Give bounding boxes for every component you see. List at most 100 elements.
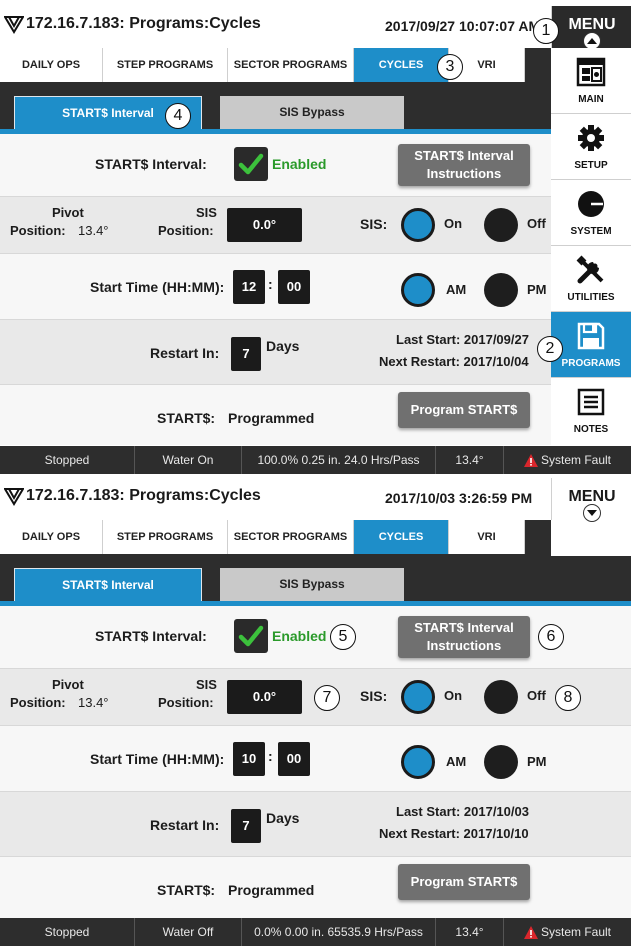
pm-radio[interactable] bbox=[484, 745, 518, 779]
sis-on-radio[interactable] bbox=[401, 680, 435, 714]
callout-2: 2 bbox=[537, 336, 563, 362]
time-colon: : bbox=[268, 748, 273, 764]
last-start: Last Start: 2017/09/27 bbox=[396, 332, 529, 347]
start-hour-input[interactable]: 12 bbox=[233, 270, 265, 304]
tab-daily-ops[interactable]: DAILY OPS bbox=[0, 48, 103, 82]
sis-off-radio[interactable] bbox=[484, 208, 518, 242]
checkmark-icon bbox=[238, 625, 264, 647]
sis-position-input[interactable]: 0.0° bbox=[227, 208, 302, 242]
callout-8: 8 bbox=[555, 685, 581, 711]
tab-sector-programs[interactable]: SECTOR PROGRAMS bbox=[228, 48, 354, 82]
menu-button[interactable]: MENU bbox=[551, 6, 631, 50]
menu-button[interactable]: MENU bbox=[551, 478, 631, 522]
start-interval-row: START$ Interval: Enabled START$ Interval… bbox=[0, 606, 631, 669]
position-row: Pivot Position: 13.4° SIS Position: 0.0°… bbox=[0, 197, 551, 254]
start-time-row: Start Time (HH:MM): 10 : 00 AM PM bbox=[0, 726, 631, 792]
callout-3: 3 bbox=[437, 54, 463, 80]
restart-days-input[interactable]: 7 bbox=[231, 337, 261, 371]
date-time: 2017/10/03 3:26:59 PM bbox=[385, 490, 533, 506]
status-fault[interactable]: System Fault bbox=[504, 918, 631, 946]
subtab-bar: START$ Interval SIS Bypass bbox=[0, 556, 631, 606]
am-radio[interactable] bbox=[401, 745, 435, 779]
start-hour-input[interactable]: 10 bbox=[233, 742, 265, 776]
instructions-button[interactable]: START$ Interval Instructions bbox=[398, 616, 530, 658]
sidebar-item-programs[interactable]: PROGRAMS bbox=[551, 312, 631, 378]
start-time-row: Start Time (HH:MM): 12 : 00 AM PM bbox=[0, 254, 551, 320]
status-run: Stopped bbox=[0, 918, 135, 946]
sidebar-item-utilities[interactable]: UTILITIES bbox=[551, 246, 631, 312]
starts-label: START$: bbox=[157, 410, 216, 426]
window-title: 172.16.7.183: Programs:Cycles bbox=[26, 487, 261, 504]
start-minute-input[interactable]: 00 bbox=[278, 742, 310, 776]
sidebar-item-setup[interactable]: SETUP bbox=[551, 114, 631, 180]
enabled-label: Enabled bbox=[272, 156, 327, 172]
starts-value: Programmed bbox=[228, 882, 315, 898]
date-time: 2017/09/27 10:07:07 AM bbox=[385, 18, 541, 34]
restart-label: Restart In: bbox=[150, 345, 220, 361]
start-interval-label: START$ Interval: bbox=[95, 156, 207, 172]
days-label: Days bbox=[266, 810, 300, 826]
tab-vri[interactable]: VRI bbox=[449, 520, 525, 554]
sidebar-item-notes[interactable]: NOTES bbox=[551, 378, 631, 446]
starts-value: Programmed bbox=[228, 410, 315, 426]
program-starts-button[interactable]: Program START$ bbox=[398, 392, 530, 428]
enabled-checkbox[interactable] bbox=[234, 147, 268, 181]
enabled-checkbox[interactable] bbox=[234, 619, 268, 653]
sis-radio-label: SIS: bbox=[360, 216, 388, 232]
tab-daily-ops[interactable]: DAILY OPS bbox=[0, 520, 103, 554]
restart-days-input[interactable]: 7 bbox=[231, 809, 261, 843]
pm-label: PM bbox=[527, 754, 547, 769]
subtab-sis-bypass[interactable]: SIS Bypass bbox=[220, 568, 404, 601]
pivot-position-label: Position: bbox=[10, 223, 66, 238]
status-fault-label: System Fault bbox=[540, 453, 612, 467]
sis-position-input[interactable]: 0.0° bbox=[227, 680, 302, 714]
start-minute-input[interactable]: 00 bbox=[278, 270, 310, 304]
sidebar: MAIN SETUP SYSTEM UTILITIES PROGRAMS NOT… bbox=[551, 48, 631, 446]
logo-icon bbox=[4, 16, 24, 34]
status-fault[interactable]: System Fault bbox=[504, 446, 631, 474]
instructions-button[interactable]: START$ Interval Instructions bbox=[398, 144, 530, 186]
tab-cycles[interactable]: CYCLES bbox=[354, 48, 449, 82]
start-interval-label: START$ Interval: bbox=[95, 628, 207, 644]
sidebar-label-utilities: UTILITIES bbox=[567, 292, 615, 303]
sis-off-radio[interactable] bbox=[484, 680, 518, 714]
sis-label: SIS bbox=[196, 205, 217, 220]
callout-4: 4 bbox=[165, 103, 191, 129]
status-fault-label: System Fault bbox=[540, 925, 612, 939]
logo-icon bbox=[4, 488, 24, 506]
instructions-label-2: Instructions bbox=[426, 638, 502, 653]
last-start: Last Start: 2017/10/03 bbox=[396, 804, 529, 819]
tab-step-programs[interactable]: STEP PROGRAMS bbox=[103, 520, 228, 554]
instructions-label-2: Instructions bbox=[426, 166, 502, 181]
sis-off-label: Off bbox=[527, 688, 546, 703]
program-starts-button[interactable]: Program START$ bbox=[398, 864, 530, 900]
status-application: 100.0% 0.25 in. 24.0 Hrs/Pass bbox=[242, 446, 436, 474]
instructions-label-1: START$ Interval bbox=[414, 148, 514, 163]
sidebar-label-system: SYSTEM bbox=[570, 226, 612, 237]
subtab-sis-bypass[interactable]: SIS Bypass bbox=[220, 96, 404, 129]
sidebar-item-main[interactable]: MAIN bbox=[551, 48, 631, 114]
title-bar: 172.16.7.183: Programs:Cycles 2017/10/03… bbox=[0, 478, 631, 522]
sis-on-radio[interactable] bbox=[401, 208, 435, 242]
warning-icon bbox=[523, 926, 538, 940]
sis-position-label: Position: bbox=[158, 695, 214, 710]
sis-on-label: On bbox=[444, 688, 463, 703]
am-radio[interactable] bbox=[401, 273, 435, 307]
am-label: AM bbox=[446, 282, 467, 297]
pm-radio[interactable] bbox=[484, 273, 518, 307]
tab-bar: DAILY OPS STEP PROGRAMS SECTOR PROGRAMS … bbox=[0, 520, 551, 556]
instructions-label-1: START$ Interval bbox=[414, 620, 514, 635]
am-label: AM bbox=[446, 754, 467, 769]
tab-step-programs[interactable]: STEP PROGRAMS bbox=[103, 48, 228, 82]
start-interval-row: START$ Interval: Enabled START$ Interval… bbox=[0, 134, 551, 197]
warning-icon bbox=[523, 454, 538, 468]
floppy-disk-icon bbox=[577, 322, 605, 350]
sidebar-item-system[interactable]: SYSTEM bbox=[551, 180, 631, 246]
tab-cycles[interactable]: CYCLES bbox=[354, 520, 449, 554]
time-colon: : bbox=[268, 276, 273, 292]
tab-sector-programs[interactable]: SECTOR PROGRAMS bbox=[228, 520, 354, 554]
status-bar: Stopped Water On 100.0% 0.25 in. 24.0 Hr… bbox=[0, 446, 631, 474]
subtab-start-interval[interactable]: START$ Interval bbox=[14, 568, 202, 601]
restart-label: Restart In: bbox=[150, 817, 220, 833]
sis-on-label: On bbox=[444, 216, 463, 231]
